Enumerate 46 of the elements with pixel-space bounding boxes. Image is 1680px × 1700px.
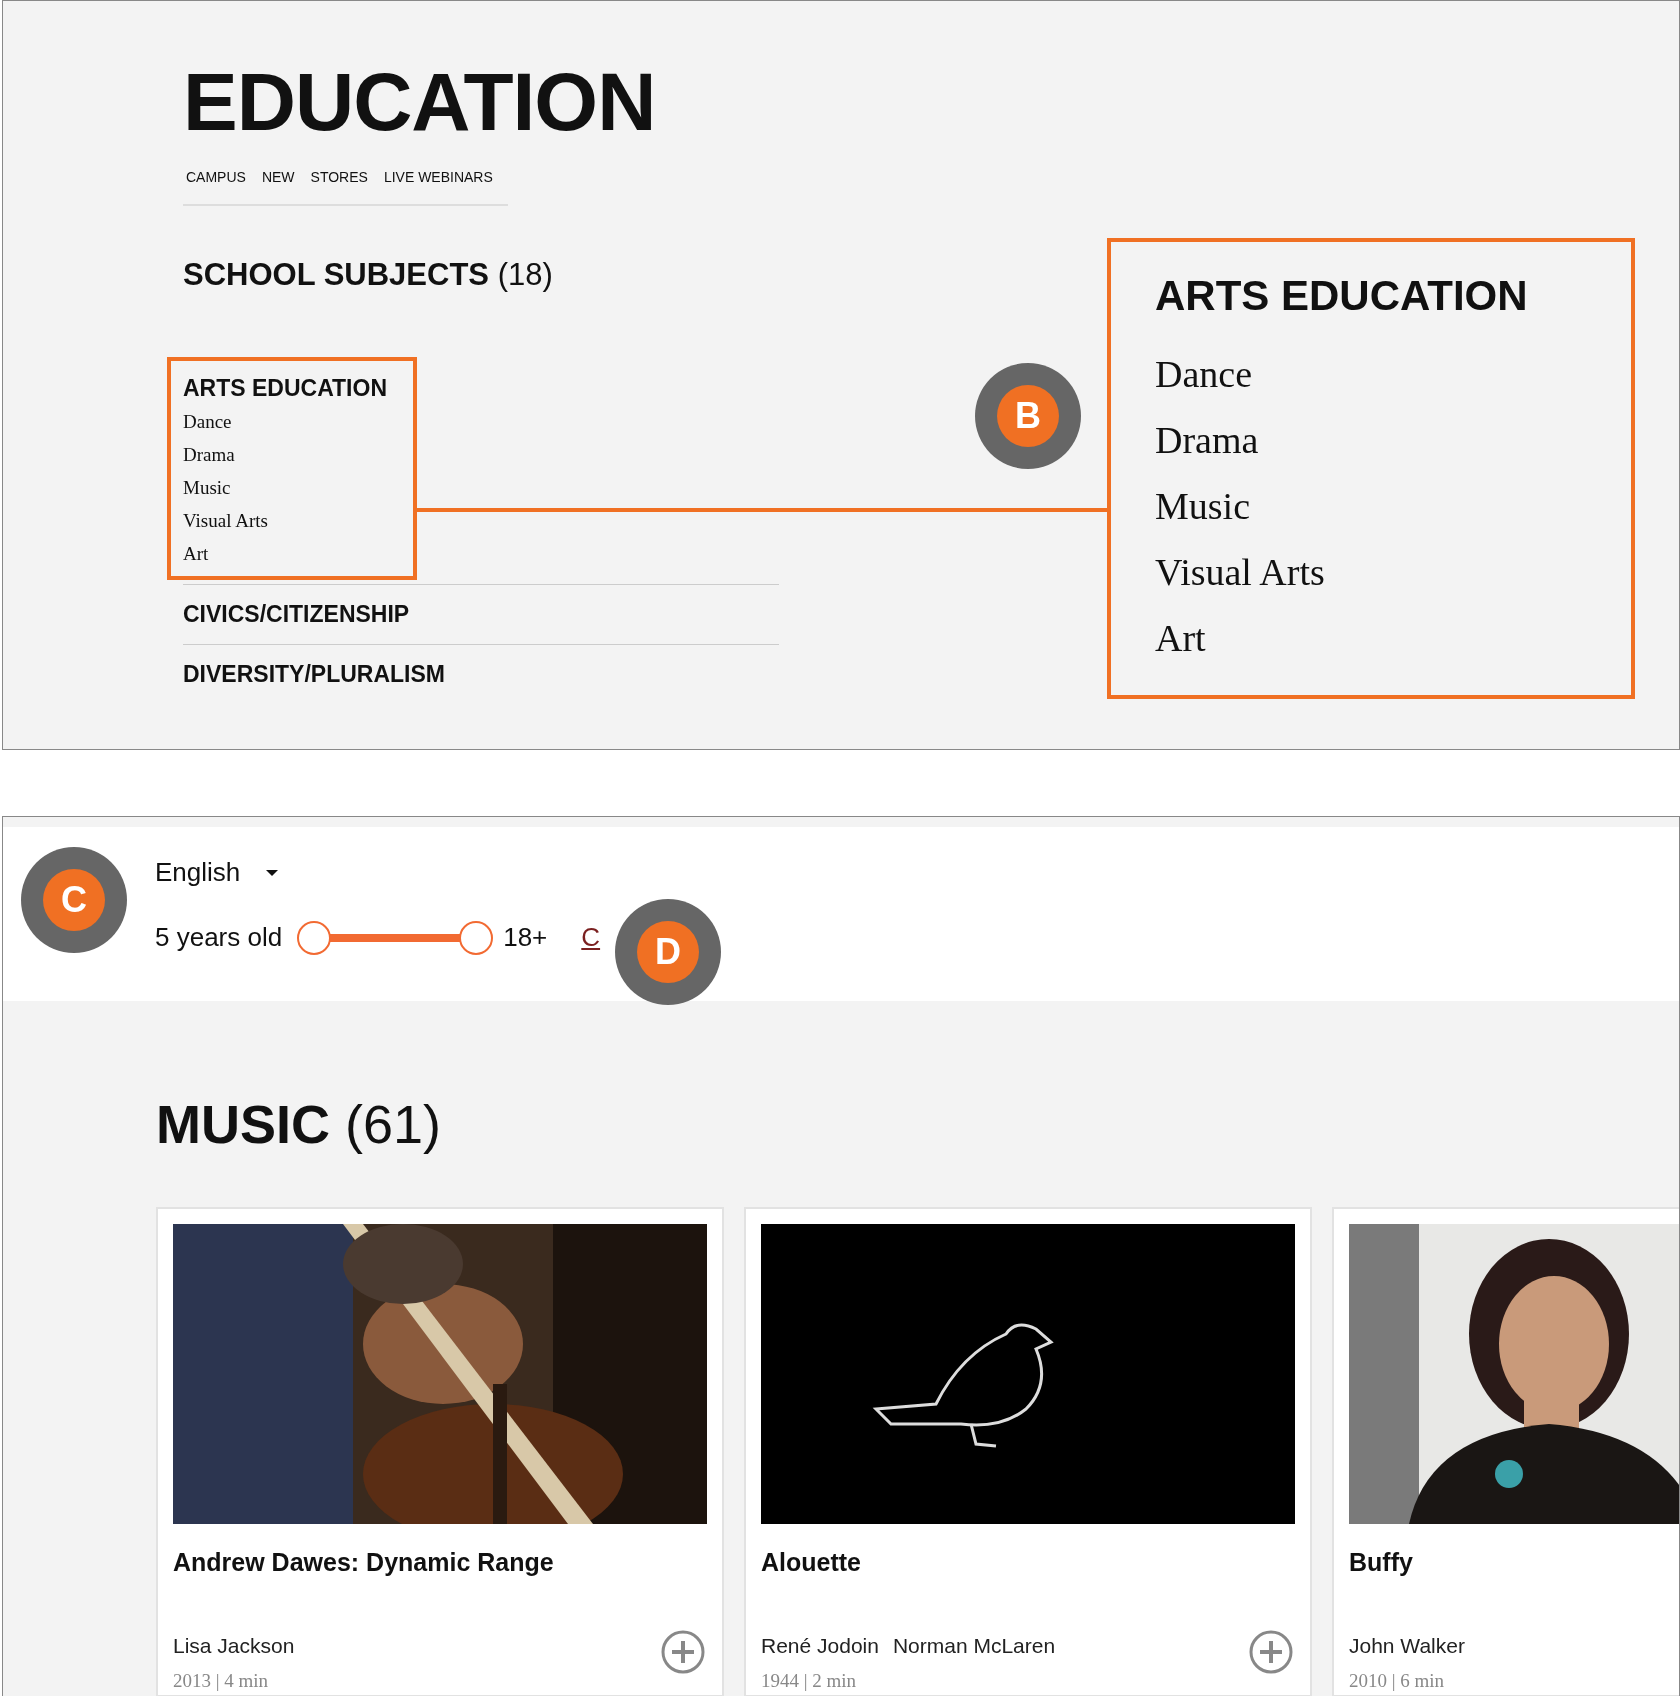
nav-link[interactable]: NEW	[261, 167, 295, 188]
category-heading[interactable]: CIVICS/CITIZENSHIP	[183, 597, 779, 632]
category-link[interactable]: Visual Arts	[183, 504, 401, 537]
range-slider[interactable]	[297, 920, 494, 955]
add-icon[interactable]	[1248, 1629, 1294, 1675]
section-heading: SCHOOL SUBJECTS (18)	[183, 256, 554, 294]
film-card[interactable]: Alouette René Jodoin Norman McLaren 1944 | 2 min	[744, 1207, 1312, 1696]
callout-item: Art	[1155, 616, 1207, 661]
callout-item: Drama	[1155, 418, 1260, 463]
slider-thumb[interactable]	[459, 920, 494, 955]
add-icon[interactable]	[660, 1629, 706, 1675]
film-meta: 1944 | 2 min	[761, 1669, 858, 1693]
slider-thumb[interactable]	[297, 920, 332, 955]
director-name: Norman McLaren	[892, 1632, 1056, 1659]
director-name: René Jodoin	[761, 1632, 879, 1659]
nav-link[interactable]: CAMPUS	[186, 167, 246, 188]
film-card[interactable]: Buffy John Walker 2010 | 6 min	[1332, 1207, 1679, 1696]
nav-link[interactable]: LIVE WEBINARS	[383, 167, 493, 188]
nav-link[interactable]: STORES	[310, 167, 368, 188]
director-name: John Walker	[1349, 1632, 1465, 1659]
callout-heading: ARTS EDUCATION	[1155, 271, 1529, 321]
category-link[interactable]: Music	[183, 471, 401, 504]
film-meta: 2010 | 6 min	[1349, 1669, 1446, 1693]
director-name: Lisa Jackson	[173, 1632, 295, 1659]
film-title[interactable]: Alouette	[761, 1544, 1295, 1582]
category-link[interactable]: Art	[183, 537, 401, 570]
language-dropdown[interactable]: English	[155, 853, 1679, 892]
film-card[interactable]: Andrew Dawes: Dynamic Range Lisa Jackson 2013 | 4 min	[156, 1207, 724, 1696]
callout-item: Music	[1155, 484, 1251, 529]
reset-link[interactable]: C	[581, 918, 601, 957]
caret-icon	[266, 869, 279, 876]
step-badge: B	[975, 363, 1081, 469]
category-link[interactable]: Dance	[183, 405, 401, 438]
film-meta: 2013 | 4 min	[173, 1669, 270, 1693]
age-min-label: 5 years old	[155, 921, 283, 954]
page-title: EDUCATION	[183, 61, 657, 143]
step-badge: D	[615, 899, 721, 1005]
step-badge: C	[21, 847, 127, 953]
category-link[interactable]: Drama	[183, 438, 401, 471]
category-heading[interactable]: DIVERSITY/PLURALISM	[183, 656, 779, 691]
category-heading[interactable]: ARTS EDUCATION	[183, 370, 401, 405]
film-title[interactable]: Buffy	[1349, 1544, 1679, 1582]
age-max-label: 18+	[503, 921, 548, 954]
callout-item: Dance	[1155, 352, 1254, 397]
film-title[interactable]: Andrew Dawes: Dynamic Range	[173, 1544, 707, 1582]
callout-item: Visual Arts	[1155, 550, 1326, 595]
